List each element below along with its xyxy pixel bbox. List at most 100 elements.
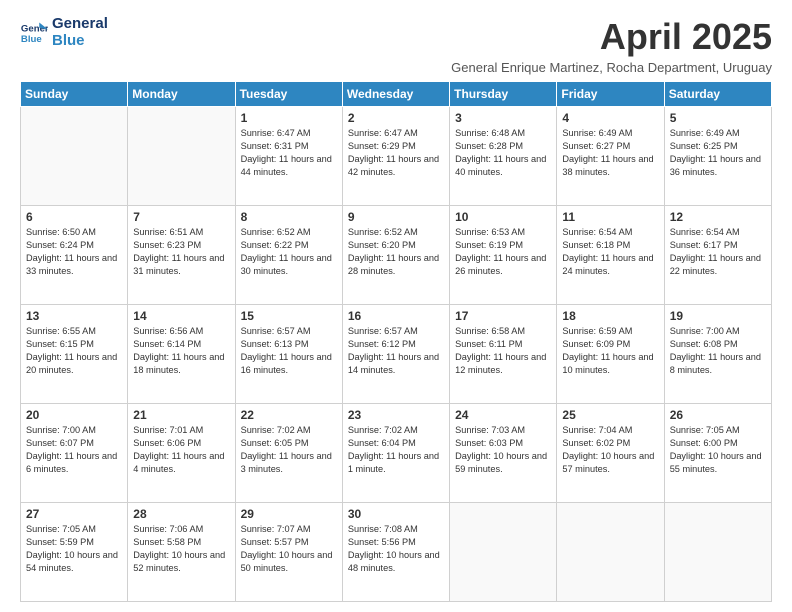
cell-content: Sunrise: 7:00 AM xyxy=(26,424,122,437)
day-number: 28 xyxy=(133,507,229,521)
calendar-cell xyxy=(450,503,557,602)
cell-content: Daylight: 11 hours and 36 minutes. xyxy=(670,153,766,179)
cell-content: Sunset: 6:29 PM xyxy=(348,140,444,153)
calendar-table: SundayMondayTuesdayWednesdayThursdayFrid… xyxy=(20,81,772,602)
cell-content: Daylight: 10 hours and 54 minutes. xyxy=(26,549,122,575)
day-number: 5 xyxy=(670,111,766,125)
day-number: 23 xyxy=(348,408,444,422)
day-number: 15 xyxy=(241,309,337,323)
cell-content: Sunset: 6:04 PM xyxy=(348,437,444,450)
calendar-cell: 6Sunrise: 6:50 AMSunset: 6:24 PMDaylight… xyxy=(21,206,128,305)
cell-content: Sunrise: 6:49 AM xyxy=(670,127,766,140)
cell-content: Sunset: 5:59 PM xyxy=(26,536,122,549)
calendar-cell: 18 Sunrise: 6:59 AMSunset: 6:09 PMDayligh… xyxy=(557,305,664,404)
cell-content: Daylight: 10 hours and 48 minutes. xyxy=(348,549,444,575)
cell-content: Daylight: 11 hours and 44 minutes. xyxy=(241,153,337,179)
day-number: 11 xyxy=(562,210,658,224)
day-number: 25 xyxy=(562,408,658,422)
day-number: 3 xyxy=(455,111,551,125)
cell-content: Sunrise: 7:04 AM xyxy=(562,424,658,437)
cell-content: Daylight: 11 hours and 8 minutes. xyxy=(670,351,766,377)
cell-content: Sunset: 6:20 PM xyxy=(348,239,444,252)
day-number: 1 xyxy=(241,111,337,125)
cell-content: Sunset: 6:22 PM xyxy=(241,239,337,252)
calendar-cell: 25 Sunrise: 7:04 AMSunset: 6:02 PMDayligh… xyxy=(557,404,664,503)
cell-content: Daylight: 10 hours and 55 minutes. xyxy=(670,450,766,476)
day-number: 18 xyxy=(562,309,658,323)
day-number: 10 xyxy=(455,210,551,224)
calendar-cell: 10Sunrise: 6:53 AMSunset: 6:19 PMDayligh… xyxy=(450,206,557,305)
col-header-wednesday: Wednesday xyxy=(342,82,449,107)
cell-content: Sunrise: 6:54 AM xyxy=(562,226,658,239)
calendar-cell: 26Sunrise: 7:05 AMSunset: 6:00 PMDayligh… xyxy=(664,404,771,503)
cell-content: Daylight: 11 hours and 30 minutes. xyxy=(241,252,337,278)
cell-content: Sunrise: 6:55 AM xyxy=(26,325,122,338)
calendar-cell xyxy=(21,107,128,206)
calendar-cell: 1Sunrise: 6:47 AMSunset: 6:31 PMDaylight… xyxy=(235,107,342,206)
cell-content: Sunrise: 6:56 AM xyxy=(133,325,229,338)
cell-content: Daylight: 11 hours and 18 minutes. xyxy=(133,351,229,377)
calendar-cell: 11Sunrise: 6:54 AMSunset: 6:18 PMDayligh… xyxy=(557,206,664,305)
day-number: 16 xyxy=(348,309,444,323)
cell-content: Daylight: 10 hours and 57 minutes. xyxy=(562,450,658,476)
title-block: April 2025 General Enrique Martinez, Roc… xyxy=(451,16,772,75)
logo-icon: General Blue xyxy=(20,19,48,47)
cell-content: Sunset: 6:17 PM xyxy=(670,239,766,252)
svg-text:General: General xyxy=(21,23,48,34)
cell-content: Sunrise: 7:02 AM xyxy=(241,424,337,437)
col-header-tuesday: Tuesday xyxy=(235,82,342,107)
cell-content: Sunset: 5:57 PM xyxy=(241,536,337,549)
calendar-cell: 16Sunrise: 6:57 AMSunset: 6:12 PMDayligh… xyxy=(342,305,449,404)
calendar-cell: 9Sunrise: 6:52 AMSunset: 6:20 PMDaylight… xyxy=(342,206,449,305)
calendar-cell: 15Sunrise: 6:57 AMSunset: 6:13 PMDayligh… xyxy=(235,305,342,404)
cell-content: Sunrise: 7:06 AM xyxy=(133,523,229,536)
cell-content: Daylight: 10 hours and 52 minutes. xyxy=(133,549,229,575)
calendar-cell xyxy=(557,503,664,602)
col-header-friday: Friday xyxy=(557,82,664,107)
calendar-cell: 5 Sunrise: 6:49 AMSunset: 6:25 PMDaylight… xyxy=(664,107,771,206)
day-number: 22 xyxy=(241,408,337,422)
cell-content: Sunset: 6:18 PM xyxy=(562,239,658,252)
cell-content: Sunset: 5:58 PM xyxy=(133,536,229,549)
day-number: 19 xyxy=(670,309,766,323)
header: General Blue General Blue April 2025 Gen… xyxy=(20,16,772,75)
day-number: 30 xyxy=(348,507,444,521)
cell-content: Sunset: 6:15 PM xyxy=(26,338,122,351)
day-number: 13 xyxy=(26,309,122,323)
day-number: 21 xyxy=(133,408,229,422)
day-number: 27 xyxy=(26,507,122,521)
col-header-saturday: Saturday xyxy=(664,82,771,107)
day-number: 6 xyxy=(26,210,122,224)
day-number: 8 xyxy=(241,210,337,224)
cell-content: Sunrise: 7:05 AM xyxy=(670,424,766,437)
cell-content: Sunset: 6:25 PM xyxy=(670,140,766,153)
day-number: 20 xyxy=(26,408,122,422)
cell-content: Sunrise: 6:59 AM xyxy=(562,325,658,338)
day-number: 24 xyxy=(455,408,551,422)
cell-content: Daylight: 11 hours and 31 minutes. xyxy=(133,252,229,278)
cell-content: Daylight: 11 hours and 16 minutes. xyxy=(241,351,337,377)
calendar-cell: 12Sunrise: 6:54 AMSunset: 6:17 PMDayligh… xyxy=(664,206,771,305)
cell-content: Sunrise: 6:53 AM xyxy=(455,226,551,239)
calendar-cell: 14Sunrise: 6:56 AMSunset: 6:14 PMDayligh… xyxy=(128,305,235,404)
cell-content: Daylight: 11 hours and 3 minutes. xyxy=(241,450,337,476)
cell-content: Sunset: 6:27 PM xyxy=(562,140,658,153)
logo-blue: Blue xyxy=(52,33,108,50)
cell-content: Sunset: 6:24 PM xyxy=(26,239,122,252)
calendar-cell: 8Sunrise: 6:52 AMSunset: 6:22 PMDaylight… xyxy=(235,206,342,305)
cell-content: Sunset: 6:23 PM xyxy=(133,239,229,252)
cell-content: Daylight: 11 hours and 4 minutes. xyxy=(133,450,229,476)
cell-content: Sunrise: 6:57 AM xyxy=(241,325,337,338)
calendar-cell: 28 Sunrise: 7:06 AMSunset: 5:58 PMDayligh… xyxy=(128,503,235,602)
cell-content: Sunset: 6:00 PM xyxy=(670,437,766,450)
logo: General Blue General Blue xyxy=(20,16,108,49)
calendar-cell: 4Sunrise: 6:49 AMSunset: 6:27 PMDaylight… xyxy=(557,107,664,206)
logo-general: General xyxy=(52,16,108,33)
cell-content: Daylight: 11 hours and 40 minutes. xyxy=(455,153,551,179)
cell-content: Sunset: 6:09 PM xyxy=(562,338,658,351)
cell-content: Daylight: 11 hours and 10 minutes. xyxy=(562,351,658,377)
month-title: April 2025 xyxy=(451,16,772,58)
calendar-cell xyxy=(128,107,235,206)
calendar-cell: 19Sunrise: 7:00 AMSunset: 6:08 PMDayligh… xyxy=(664,305,771,404)
cell-content: Sunset: 6:02 PM xyxy=(562,437,658,450)
